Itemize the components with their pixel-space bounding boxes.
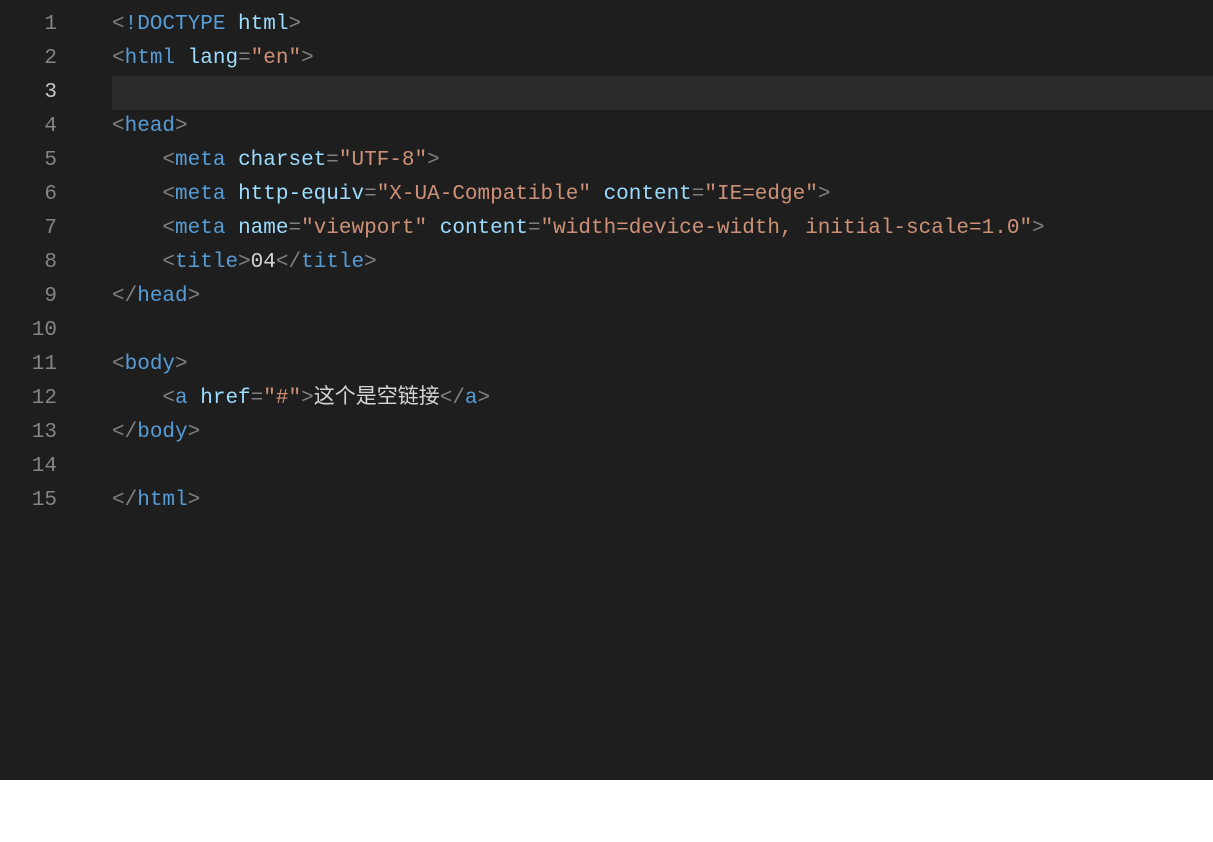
line-number: 11 — [0, 348, 57, 382]
line-number: 5 — [0, 144, 57, 178]
code-line[interactable]: <head> — [85, 110, 1213, 144]
line-number: 12 — [0, 382, 57, 416]
line-number: 4 — [0, 110, 57, 144]
code-line[interactable]: <meta http-equiv="X-UA-Compatible" conte… — [85, 178, 1213, 212]
line-number: 7 — [0, 212, 57, 246]
code-line[interactable]: <meta name="viewport" content="width=dev… — [85, 212, 1213, 246]
code-line[interactable] — [85, 450, 1213, 484]
code-line[interactable]: </body> — [85, 416, 1213, 450]
code-line[interactable]: </head> — [85, 280, 1213, 314]
line-number-gutter: 1 2 3 4 5 6 7 8 9 10 11 12 13 14 15 — [0, 8, 85, 780]
code-line[interactable]: <html lang="en"> — [85, 42, 1213, 76]
line-number: 6 — [0, 178, 57, 212]
code-line[interactable]: </html> — [85, 484, 1213, 518]
line-number: 8 — [0, 246, 57, 280]
line-number: 1 — [0, 8, 57, 42]
line-number: 2 — [0, 42, 57, 76]
line-number: 14 — [0, 450, 57, 484]
code-line[interactable]: <a href="#">这个是空链接</a> — [85, 382, 1213, 416]
line-number: 3 — [0, 76, 57, 110]
code-line[interactable]: <!DOCTYPE html> — [85, 8, 1213, 42]
line-number: 10 — [0, 314, 57, 348]
line-number: 13 — [0, 416, 57, 450]
code-line[interactable]: <body> — [85, 348, 1213, 382]
code-editor[interactable]: 1 2 3 4 5 6 7 8 9 10 11 12 13 14 15 <!DO… — [0, 0, 1213, 780]
code-line[interactable]: <meta charset="UTF-8"> — [85, 144, 1213, 178]
line-number: 15 — [0, 484, 57, 518]
code-content[interactable]: <!DOCTYPE html> <html lang="en"> <head> … — [85, 8, 1213, 780]
code-line[interactable]: <title>04</title> — [85, 246, 1213, 280]
code-line[interactable] — [85, 314, 1213, 348]
code-line-active[interactable] — [85, 76, 1213, 110]
line-number: 9 — [0, 280, 57, 314]
